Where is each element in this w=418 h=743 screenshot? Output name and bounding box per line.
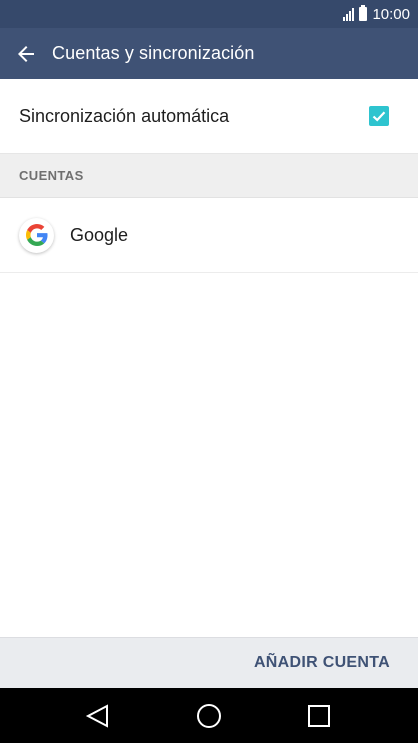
circle-home-icon — [197, 703, 221, 728]
arrow-left-icon — [18, 45, 34, 62]
square-recents-icon — [308, 704, 330, 727]
signal-icon — [343, 7, 355, 21]
nav-recents-button[interactable] — [289, 688, 349, 743]
nav-back-button[interactable] — [68, 688, 128, 743]
bottom-action-bar: AÑADIR CUENTA — [0, 637, 418, 688]
page-title: Cuentas y sincronización — [52, 43, 255, 63]
auto-sync-checkbox[interactable] — [369, 106, 389, 126]
status-icons: 10:00 — [343, 0, 410, 28]
status-time: 10:00 — [372, 5, 410, 23]
auto-sync-row[interactable]: Sincronización automática — [0, 79, 418, 154]
battery-icon — [359, 5, 368, 21]
accounts-section-header: CUENTAS — [0, 154, 418, 198]
triangle-back-icon — [85, 703, 108, 728]
app-bar: Cuentas y sincronización — [0, 28, 418, 79]
checkmark-icon — [372, 111, 386, 122]
navigation-bar — [0, 688, 418, 743]
account-name: Google — [70, 224, 129, 245]
add-account-button[interactable]: AÑADIR CUENTA — [254, 654, 390, 672]
accounts-header-label: CUENTAS — [19, 168, 84, 183]
nav-home-button[interactable] — [179, 688, 239, 743]
google-icon — [19, 217, 54, 253]
account-item-google[interactable]: Google — [0, 198, 418, 273]
status-bar: 10:00 — [0, 0, 418, 28]
auto-sync-label: Sincronización automática — [19, 105, 230, 126]
back-button[interactable] — [0, 28, 52, 79]
